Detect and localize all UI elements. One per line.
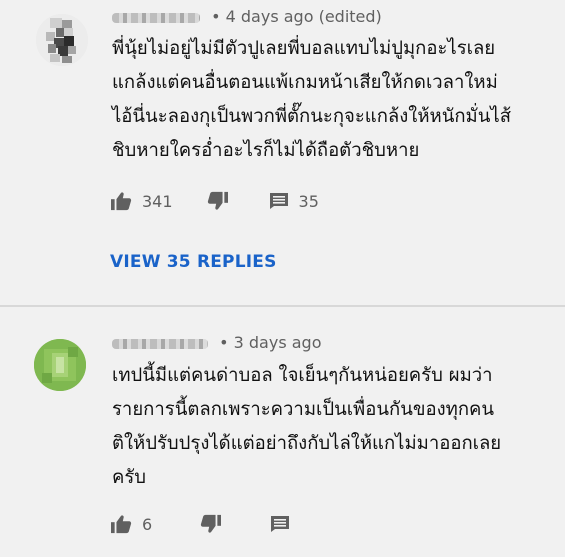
pixelated-avatar-image — [36, 14, 88, 66]
like-count: 6 — [142, 514, 153, 534]
dislike-button[interactable] — [207, 191, 229, 211]
pixelated-avatar-image — [34, 339, 86, 391]
comment-text-line: ชิบหายใครอ่ำอะไรก็ไม่ได้ถือตัวชิบหาย — [112, 140, 420, 161]
thumbs-up-icon — [111, 515, 132, 534]
like-button[interactable]: 341 — [110, 191, 173, 211]
author-name[interactable] — [112, 338, 208, 349]
reply-count: 35 — [298, 191, 319, 211]
comment-text: เทปนี้มีแต่คนด่าบอล ใจเย็นๆกันหน่อยครับ … — [112, 359, 552, 495]
view-replies-button[interactable]: VIEW 35 REPLIES — [110, 252, 277, 272]
reply-button[interactable]: 35 — [269, 192, 319, 211]
comment-text-line: แกล้งแต่คนอื่นตอนแพ้เกมหน้าเสียให้กดเวลา… — [112, 72, 498, 93]
thumbs-up-icon — [111, 192, 132, 211]
comment-text-line: พี่นุ้ยไม่อยู่ไม่มีตัวปูเลยพี่บอลแทบไม่ป… — [112, 38, 496, 59]
dislike-button[interactable] — [200, 514, 222, 534]
comment-text: พี่นุ้ยไม่อยู่ไม่มีตัวปูเลยพี่บอลแทบไม่ป… — [112, 32, 552, 168]
comment-meta: • 4 days ago (edited) — [112, 7, 382, 26]
comment-actions: 6 — [110, 509, 290, 539]
comment-meta: • 3 days ago — [112, 333, 321, 352]
comment-text-line: รายการนี้ตลกเพราะความเป็นเพื่อนกันของทุก… — [112, 399, 495, 420]
comment-thread: • 4 days ago (edited) พี่นุ้ยไม่อยู่ไม่ม… — [0, 0, 565, 305]
comment-text-line: ครับ — [112, 467, 147, 488]
avatar[interactable] — [36, 14, 88, 66]
like-button[interactable]: 6 — [110, 514, 152, 534]
thumbs-down-icon — [201, 514, 222, 533]
author-name[interactable] — [112, 12, 200, 23]
thumbs-down-icon — [207, 191, 228, 210]
comment-icon — [269, 193, 288, 209]
reply-button[interactable] — [270, 515, 290, 533]
like-count: 341 — [142, 191, 173, 211]
comment-timestamp[interactable]: • 4 days ago (edited) — [211, 7, 382, 26]
comment-icon — [271, 516, 290, 532]
avatar[interactable] — [34, 339, 86, 391]
comment-actions: 341 35 — [110, 186, 319, 216]
comment-text-line: ไอ้นี่นะลองกุเป็นพวกพี่ตั๊กนะกุจะแกล้งให… — [112, 106, 511, 127]
comment-text-line: ติให้ปรับปรุงได้แต่อย่าถึงกับไล่ให้แกไม่… — [112, 433, 502, 454]
comment-timestamp[interactable]: • 3 days ago — [219, 333, 321, 352]
comment-text-line: เทปนี้มีแต่คนด่าบอล ใจเย็นๆกันหน่อยครับ … — [112, 365, 493, 386]
